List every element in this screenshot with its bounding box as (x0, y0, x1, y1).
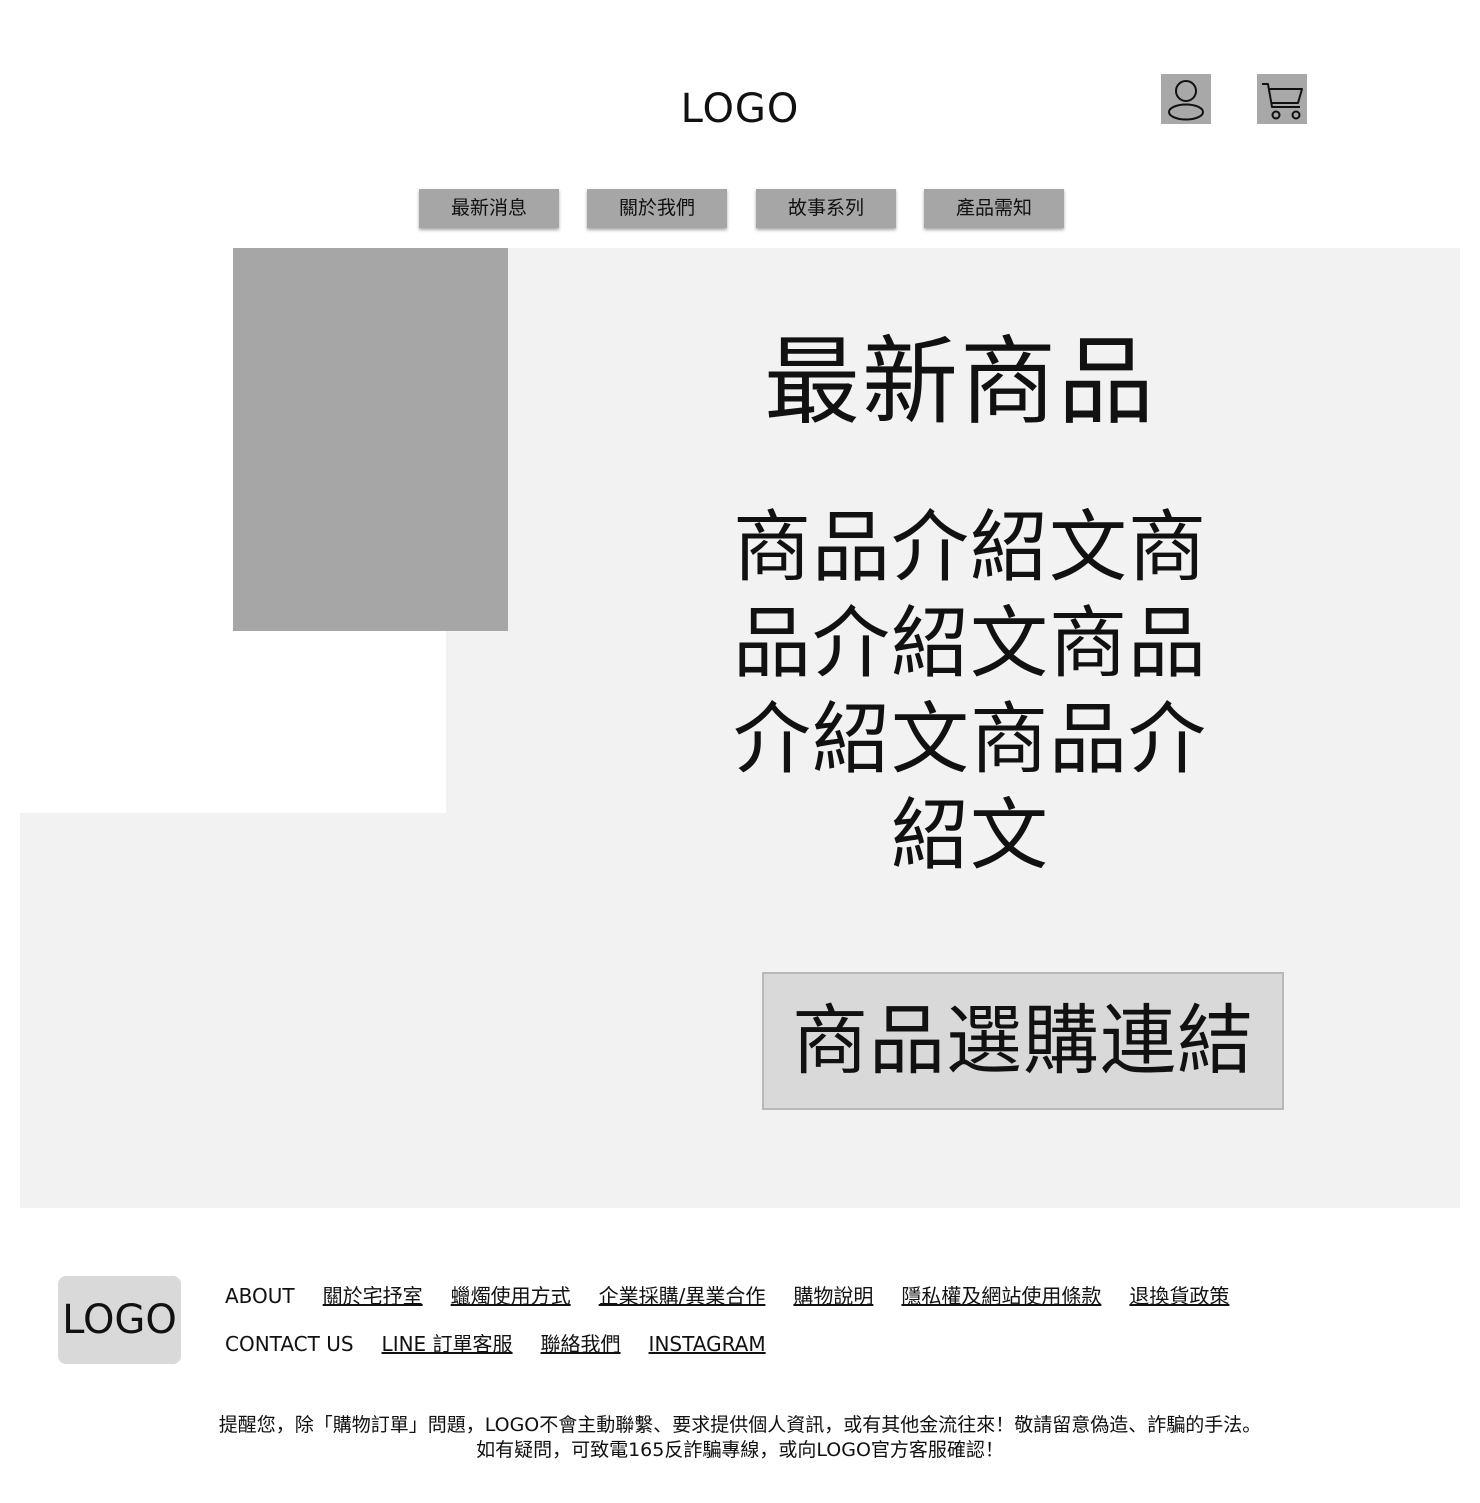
footer-contact-heading: CONTACT US (225, 1332, 354, 1356)
footer-link-candle-usage[interactable]: 蠟燭使用方式 (451, 1281, 571, 1311)
fraud-notice-line-2: 如有疑問，可致電165反詐騙專線，或向LOGO官方客服確認！ (476, 1439, 1004, 1461)
footer-about-row: ABOUT 關於宅抒室 蠟燭使用方式 企業採購/異業合作 購物說明 隱私權及網站… (225, 1281, 1229, 1311)
product-image-placeholder (233, 248, 508, 631)
footer-link-privacy-terms[interactable]: 隱私權及網站使用條款 (901, 1281, 1101, 1311)
cart-button[interactable] (1257, 74, 1307, 124)
fraud-notice: 提醒您，除「購物訂單」問題，LOGO不會主動聯繫、要求提供個人資訊，或有其他金流… (100, 1413, 1380, 1463)
product-buy-link-button[interactable]: 商品選購連結 (762, 972, 1284, 1110)
nav-about-us[interactable]: 關於我們 (587, 189, 727, 228)
nav-story-series[interactable]: 故事系列 (756, 189, 896, 228)
footer-link-about-studio[interactable]: 關於宅抒室 (323, 1281, 423, 1311)
product-description: 商品介紹文商品介紹文商品介紹文商品介紹文 (732, 503, 1207, 881)
header-logo[interactable]: LOGO (640, 82, 840, 136)
footer-about-heading: ABOUT (225, 1284, 295, 1308)
footer-link-instagram[interactable]: INSTAGRAM (649, 1329, 766, 1359)
nav-product-notice[interactable]: 產品需知 (924, 189, 1064, 228)
cart-icon (1262, 83, 1303, 120)
footer-link-shopping-guide[interactable]: 購物說明 (793, 1281, 873, 1311)
footer-logo[interactable]: LOGO (58, 1276, 181, 1364)
hero-title: 最新商品 (764, 326, 1156, 438)
user-icon (1168, 80, 1204, 121)
footer-contact-row: CONTACT US LINE 訂單客服 聯絡我們 INSTAGRAM (225, 1329, 766, 1359)
account-button[interactable] (1161, 74, 1211, 124)
fraud-notice-line-1: 提醒您，除「購物訂單」問題，LOGO不會主動聯繫、要求提供個人資訊，或有其他金流… (218, 1414, 1262, 1436)
footer-link-corporate[interactable]: 企業採購/異業合作 (599, 1281, 766, 1311)
hero-panel-lower (20, 813, 446, 1208)
footer-link-return-policy[interactable]: 退換貨政策 (1129, 1281, 1229, 1311)
nav-latest-news[interactable]: 最新消息 (419, 189, 559, 228)
footer-link-line-service[interactable]: LINE 訂單客服 (382, 1329, 513, 1359)
footer-link-contact-us[interactable]: 聯絡我們 (541, 1329, 621, 1359)
